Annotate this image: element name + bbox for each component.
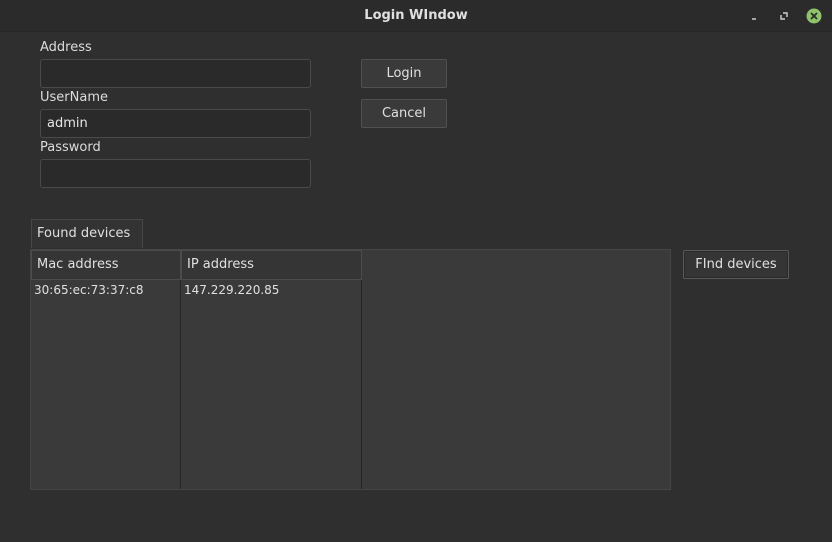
username-label: UserName [40, 90, 108, 105]
login-window: Login WIndow Address UserName Password [0, 0, 832, 542]
table-cell-mac[interactable]: 30:65:ec:73:37:c8 [34, 283, 144, 297]
column-header-mac[interactable]: Mac address [31, 250, 181, 280]
devices-table: Mac address IP address 30:65:ec:73:37:c8… [30, 249, 671, 490]
username-input[interactable] [40, 109, 311, 138]
minimize-button[interactable] [744, 6, 764, 26]
password-input[interactable] [40, 159, 311, 188]
title-bar[interactable]: Login WIndow [0, 0, 832, 32]
maximize-icon [780, 12, 788, 20]
close-icon [806, 8, 822, 24]
minimize-icon [752, 18, 756, 20]
find-devices-button[interactable]: FInd devices [683, 250, 789, 279]
close-button[interactable] [804, 6, 824, 26]
address-input[interactable] [40, 59, 311, 88]
tab-found-devices[interactable]: Found devices [31, 219, 143, 248]
password-label: Password [40, 140, 101, 155]
column-header-ip[interactable]: IP address [181, 250, 362, 280]
cancel-button[interactable]: Cancel [361, 99, 447, 128]
table-cell-ip[interactable]: 147.229.220.85 [184, 283, 279, 297]
window-title: Login WIndow [364, 8, 468, 23]
login-button[interactable]: Login [361, 59, 447, 88]
maximize-button[interactable] [774, 6, 794, 26]
address-label: Address [40, 40, 92, 55]
